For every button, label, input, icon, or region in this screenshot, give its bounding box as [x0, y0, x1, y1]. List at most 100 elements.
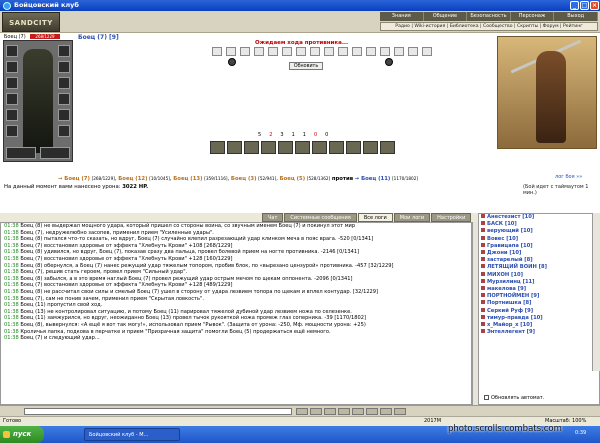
equipment-slot-icon[interactable] — [6, 45, 18, 57]
user-list-item[interactable]: ПОРТНОЙМЕН [9] — [479, 293, 599, 300]
maximize-icon[interactable]: □ — [580, 1, 589, 10]
equipment-slot-icon[interactable] — [6, 77, 18, 89]
close-icon[interactable]: × — [590, 1, 599, 10]
team2-fighter[interactable]: → Боец (11) — [355, 176, 391, 182]
chat-input[interactable] — [24, 408, 292, 415]
zone-cell-icon[interactable] — [282, 47, 292, 56]
user-name[interactable]: ПОРТНОЙМЕН [9] — [487, 293, 539, 299]
menu-item-knowledge[interactable]: Знания — [380, 12, 424, 21]
zone-cell-icon[interactable] — [310, 47, 320, 56]
tab-all-logs[interactable]: Все логи — [357, 213, 393, 222]
fight-log-link[interactable]: лог боя »» — [555, 174, 582, 180]
skill-icon[interactable] — [261, 141, 276, 154]
equipment-slot-icon[interactable] — [6, 147, 36, 159]
equipment-slot-icon[interactable] — [40, 147, 70, 159]
user-list-item[interactable]: ЛЕТЯЩИЙ ВОИН [8] — [479, 264, 599, 271]
user-name[interactable]: Портнишка [8] — [487, 300, 532, 306]
menu-item-character[interactable]: Персонаж — [511, 12, 555, 21]
skill-icon[interactable] — [363, 141, 378, 154]
taskbar-window-button[interactable]: Бойцовский клуб - М... — [84, 428, 180, 441]
user-list-item[interactable]: МИХОН [10] — [479, 271, 599, 279]
user-name[interactable]: ЛЕТЯЩИЙ ВОИН [8] — [487, 264, 547, 270]
zone-cell-icon[interactable] — [254, 47, 264, 56]
skill-icon[interactable] — [244, 141, 259, 154]
user-name[interactable]: Гравицапа [10] — [487, 243, 533, 249]
zone-cell-icon[interactable] — [352, 47, 362, 56]
zone-cell-icon[interactable] — [268, 47, 278, 56]
equipment-slot-icon[interactable] — [58, 77, 70, 89]
zone-cell-icon[interactable] — [366, 47, 376, 56]
team1-fighter[interactable]: Боец (5) — [280, 176, 306, 182]
skill-icon[interactable] — [312, 141, 327, 154]
equipment-slot-icon[interactable] — [6, 125, 18, 137]
user-name[interactable]: застарелый [8] — [487, 257, 533, 263]
user-name[interactable]: Джони [10] — [487, 250, 521, 256]
exit-button[interactable] — [394, 408, 406, 415]
zone-cell-icon[interactable] — [394, 47, 404, 56]
skill-icon[interactable] — [210, 141, 225, 154]
zone-cell-icon[interactable] — [324, 47, 334, 56]
user-list-item[interactable]: Гравицапа [10] — [479, 242, 599, 250]
equipment-slot-icon[interactable] — [58, 45, 70, 57]
users-scrollbar[interactable] — [592, 213, 600, 371]
equipment-slot-icon[interactable] — [6, 93, 18, 105]
user-list-item[interactable]: х_Майор_х [10] — [479, 322, 599, 329]
refresh-chat-button[interactable] — [380, 408, 392, 415]
user-name[interactable]: тимур-правда [10] — [487, 315, 543, 321]
equipment-slot-icon[interactable] — [6, 109, 18, 121]
equipment-slot-icon[interactable] — [6, 61, 18, 73]
user-name[interactable]: макелова [9] — [487, 286, 526, 292]
team1-fighter[interactable]: Боец (13) — [173, 176, 202, 182]
skill-icon[interactable] — [380, 141, 395, 154]
sound-button[interactable] — [366, 408, 378, 415]
zone-cell-icon[interactable] — [408, 47, 418, 56]
equipment-slot-icon[interactable] — [58, 61, 70, 73]
zone-cell-icon[interactable] — [296, 47, 306, 56]
user-list-item[interactable]: Мурзилинц [11] — [479, 278, 599, 286]
skill-icon[interactable] — [295, 141, 310, 154]
equipment-slot-icon[interactable] — [58, 125, 70, 137]
user-name[interactable]: Анестезист [10] — [487, 214, 534, 220]
zone-cell-icon[interactable] — [338, 47, 348, 56]
user-name[interactable]: Энтеллегент [9] — [487, 329, 535, 335]
skill-icon[interactable] — [329, 141, 344, 154]
user-name[interactable]: Серкий Руф [9] — [487, 308, 533, 314]
user-list-item[interactable]: верующий [10] — [479, 228, 599, 235]
user-list-item[interactable]: Энтеллегент [9] — [479, 329, 599, 336]
checkbox-icon[interactable] — [484, 395, 489, 400]
user-list-item[interactable]: Портнишка [8] — [479, 300, 599, 307]
team1-fighter[interactable]: → Боец (7) — [58, 176, 90, 182]
zone-cell-icon[interactable] — [380, 47, 390, 56]
zone-cell-icon[interactable] — [212, 47, 222, 56]
translit-button[interactable] — [338, 408, 350, 415]
team1-fighter[interactable]: Боец (3) — [231, 176, 257, 182]
equipment-slot-icon[interactable] — [58, 93, 70, 105]
menu-item-exit[interactable]: Выход — [554, 12, 598, 21]
user-name[interactable]: Мурзилинц [11] — [487, 279, 535, 285]
clear-button[interactable] — [324, 408, 336, 415]
zone-cell-icon[interactable] — [240, 47, 250, 56]
user-name[interactable]: Вовес [10] — [487, 236, 518, 242]
skill-icon[interactable] — [278, 141, 293, 154]
menu-item-security[interactable]: Безопасность — [467, 12, 511, 21]
user-list-item[interactable]: Анестезист [10] — [479, 214, 599, 221]
auto-refresh-checkbox[interactable]: Обновлять автомат. — [484, 395, 544, 401]
skill-icon[interactable] — [227, 141, 242, 154]
tab-my-logs[interactable]: Мои логи — [393, 213, 431, 222]
user-list-item[interactable]: тимур-правда [10] — [479, 314, 599, 322]
user-list-item[interactable]: Вовес [10] — [479, 235, 599, 243]
user-name[interactable]: МИХОН [10] — [487, 272, 523, 278]
start-button[interactable]: пуск — [0, 426, 44, 443]
user-name[interactable]: верующий [10] — [487, 228, 533, 234]
user-name[interactable]: х_Майор_х [10] — [487, 322, 532, 328]
team1-fighter[interactable]: Боец (12) — [118, 176, 147, 182]
sub-menu-links[interactable]: Радио | Wiki-история | Библиотека | Сооб… — [380, 22, 598, 31]
refresh-button[interactable]: Обновить — [289, 62, 323, 70]
menu-item-chat[interactable]: Общение — [424, 12, 468, 21]
zone-cell-icon[interactable] — [226, 47, 236, 56]
filter-button[interactable] — [352, 408, 364, 415]
zone-cell-icon[interactable] — [422, 47, 432, 56]
user-name[interactable]: БАСК [10] — [487, 221, 517, 227]
equipment-slot-icon[interactable] — [58, 109, 70, 121]
minimize-icon[interactable]: _ — [570, 1, 579, 10]
